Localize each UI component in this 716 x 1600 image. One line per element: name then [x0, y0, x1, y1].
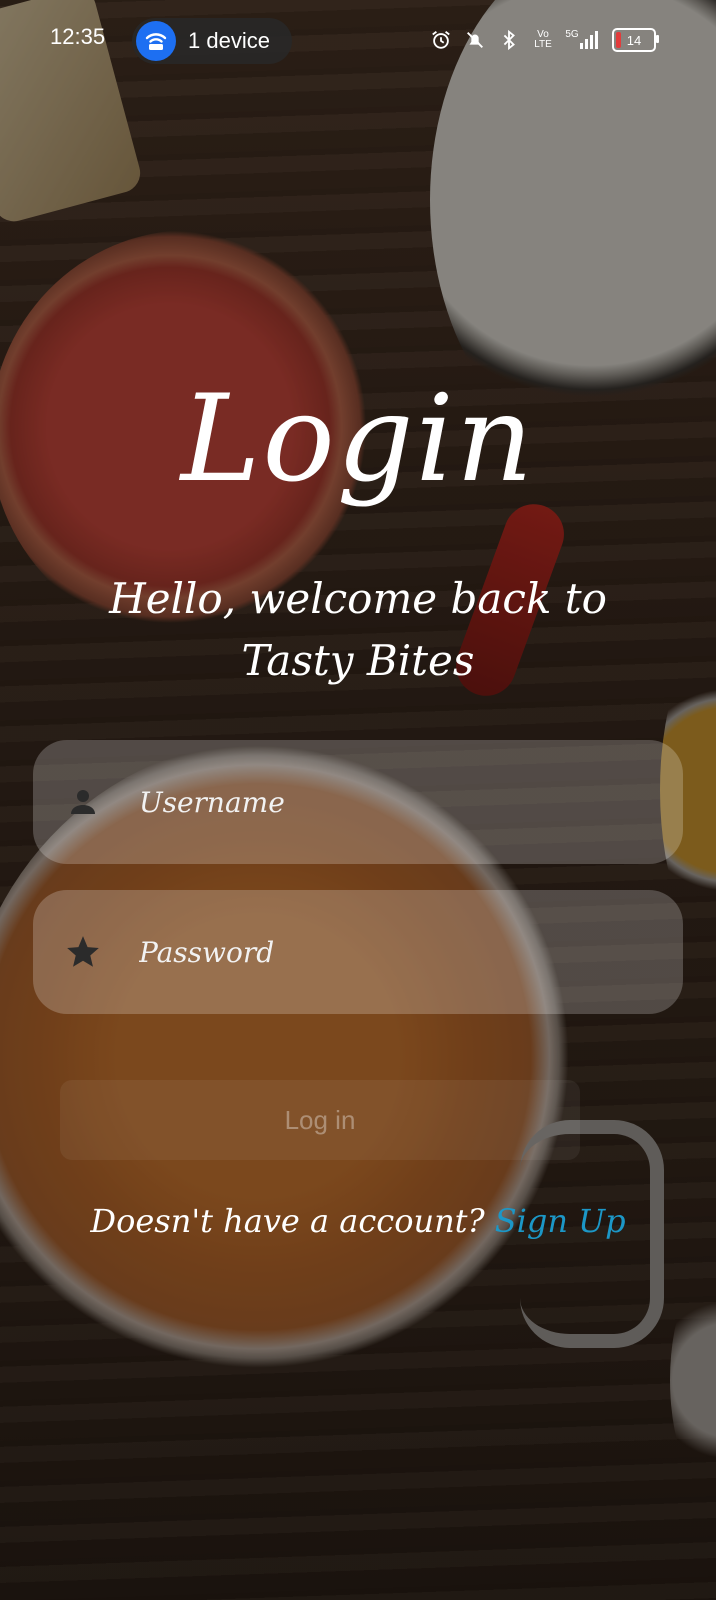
status-bar: 12:35 1 device Vo LTE 5G 14	[0, 0, 716, 80]
welcome-subtitle: Hello, welcome back to Tasty Bites	[0, 568, 716, 692]
bluetooth-icon	[498, 29, 520, 51]
no-account-text: Doesn't have a account?	[90, 1202, 485, 1240]
signup-prompt: Doesn't have a account? Sign Up	[0, 1202, 716, 1240]
star-icon	[59, 928, 107, 976]
network-type-label: 5G	[565, 28, 579, 40]
username-field[interactable]	[33, 740, 683, 864]
device-count-label: 1 device	[188, 28, 270, 53]
login-button[interactable]: Log in	[60, 1080, 580, 1160]
connected-devices-pill[interactable]: 1 device	[132, 18, 292, 64]
subtitle-line-2: Tasty Bites	[241, 636, 475, 685]
status-time: 12:35	[50, 24, 106, 49]
password-input[interactable]	[137, 934, 661, 970]
alarm-icon	[430, 29, 452, 51]
signal-5g-icon: 5G	[565, 28, 600, 51]
person-icon	[59, 778, 107, 826]
volte-icon: Vo LTE	[534, 29, 552, 50]
battery-level: 14	[626, 32, 642, 48]
status-icons: Vo LTE 5G 14	[430, 28, 659, 52]
username-input[interactable]	[137, 784, 661, 820]
page-title: Login	[180, 370, 536, 509]
mute-icon	[464, 29, 486, 51]
subtitle-line-1: Hello, welcome back to	[109, 574, 607, 623]
battery-icon: 14	[612, 28, 659, 52]
signup-link[interactable]: Sign Up	[495, 1202, 626, 1240]
password-field[interactable]	[33, 890, 683, 1014]
wifi-hotspot-icon	[136, 21, 176, 61]
